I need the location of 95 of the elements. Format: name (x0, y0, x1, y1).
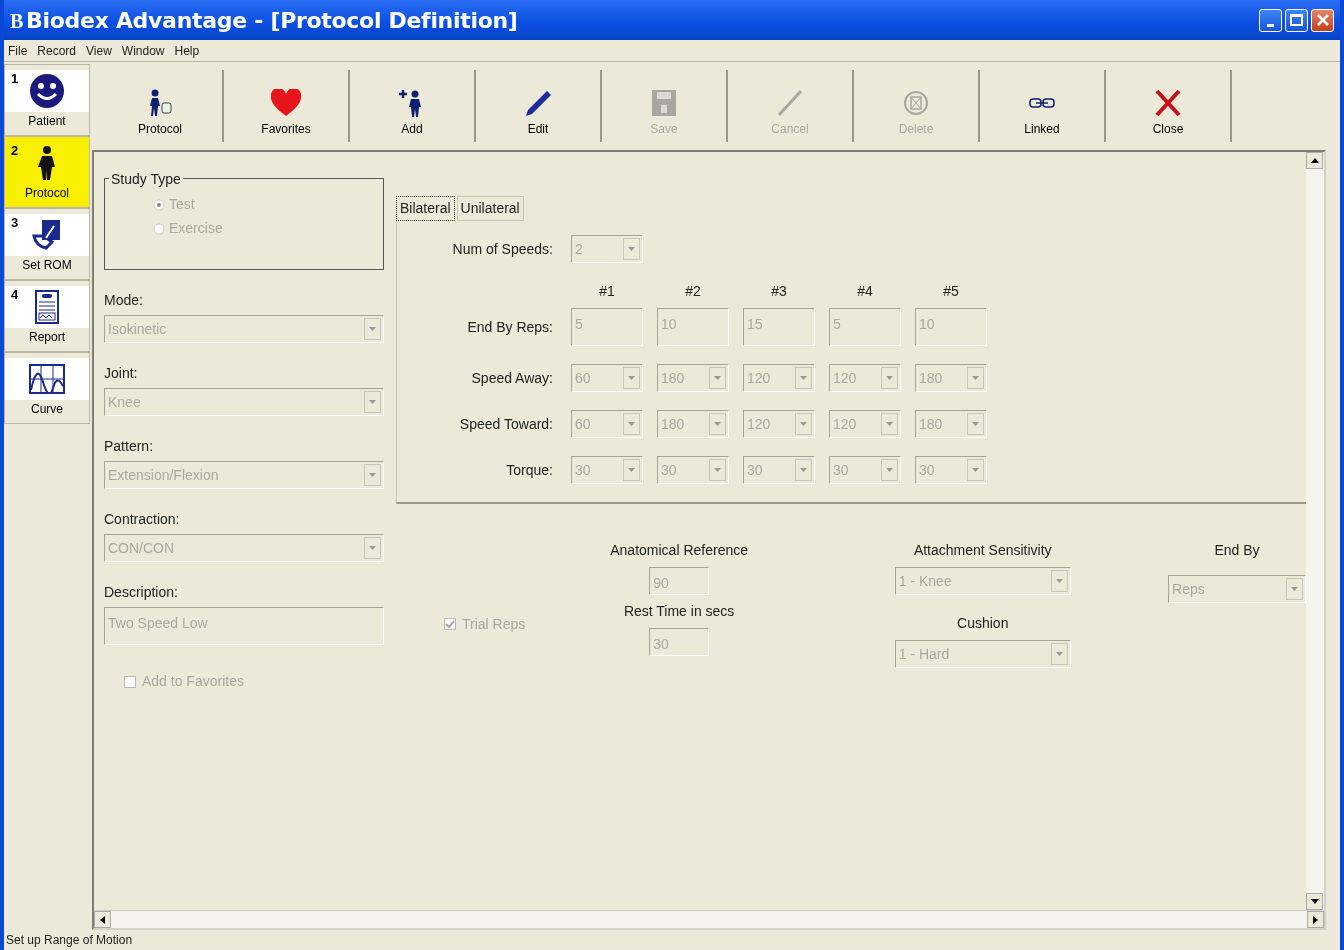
step-number: 3 (11, 214, 19, 232)
down-arrow-icon (1310, 899, 1319, 904)
radio-label: Exercise (169, 219, 223, 238)
minimize-button[interactable] (1258, 8, 1282, 32)
dropdown-arrow-icon (714, 376, 721, 380)
row-label: End By Reps: (466, 317, 554, 337)
dropdown-arrow-icon (886, 468, 893, 472)
field-label: Joint: (104, 364, 139, 383)
dropdown-arrow-icon (369, 400, 376, 404)
dropdown-arrow-icon (369, 327, 376, 331)
horizontal-scrollbar[interactable] (94, 910, 1324, 928)
toolbar-button[interactable]: Protocol (98, 70, 224, 142)
report-icon (34, 290, 60, 324)
toolbar-button[interactable]: Close (1106, 70, 1232, 142)
maximize-button[interactable] (1284, 8, 1308, 32)
field-label: End By (1214, 541, 1260, 560)
field-label: Num of Speeds: (451, 239, 554, 259)
field-label: Mode: (104, 291, 144, 310)
column-header: #1 (598, 282, 616, 301)
smiley-icon (29, 73, 65, 109)
minimize-icon (1266, 23, 1274, 27)
step-tab[interactable]: Curve (4, 352, 90, 424)
dropdown-arrow-icon (1055, 652, 1063, 656)
column-header: #3 (770, 282, 788, 301)
step-tab[interactable]: 3 Set ROM (4, 208, 90, 280)
dropdown-arrow-icon (714, 468, 721, 472)
row-label: Torque: (505, 460, 554, 480)
field-label: Anatomical Reference (610, 541, 748, 560)
toolbar-button[interactable]: Add (350, 70, 476, 142)
close-icon (1153, 89, 1183, 117)
pencil-icon (523, 89, 553, 117)
step-tab[interactable]: 1 Patient (4, 64, 90, 136)
column-header: #2 (684, 282, 702, 301)
window-title: Biodex Advantage - [Protocol Definition] (26, 7, 518, 33)
dropdown-arrow-icon (628, 376, 635, 380)
dropdown-arrow-icon (800, 376, 807, 380)
field-label: Contraction: (104, 510, 181, 529)
close-icon (1314, 12, 1331, 28)
dropdown-arrow-icon (369, 473, 376, 477)
dropdown-arrow-icon (886, 422, 893, 426)
scroll-left-button[interactable] (94, 911, 111, 928)
dropdown-arrow-icon (628, 247, 635, 251)
scroll-down-button[interactable] (1306, 893, 1323, 910)
menu-item[interactable]: Window (121, 41, 165, 60)
field-label: Pattern: (104, 437, 155, 456)
field-label: Description: (104, 583, 179, 602)
dropdown-arrow-icon (886, 376, 893, 380)
checkbox-label: Add to Favorites (142, 672, 244, 691)
column-header: #4 (856, 282, 874, 301)
scroll-right-button[interactable] (1307, 911, 1324, 928)
field-label: Rest Time in secs (623, 602, 735, 621)
field-label: Cushion (957, 614, 1009, 633)
person-icon (36, 146, 58, 180)
menu-item[interactable]: File (8, 41, 28, 60)
scroll-up-button[interactable] (1306, 152, 1323, 169)
right-arrow-icon (1313, 915, 1318, 924)
dropdown-arrow-icon (369, 546, 376, 550)
slash-icon (775, 89, 805, 117)
row-label: Speed Away: (470, 368, 554, 388)
dropdown-arrow-icon (1055, 579, 1063, 583)
column-header: #5 (942, 282, 960, 301)
dropdown-arrow-icon (1291, 587, 1298, 591)
menu-item[interactable]: Record (37, 41, 77, 60)
status-text: Set up Range of Motion (6, 932, 133, 949)
close-button[interactable] (1311, 8, 1334, 32)
radio-label: Test (169, 195, 195, 214)
field-label: Attachment Sensitivity (913, 541, 1052, 560)
maximize-icon (1288, 12, 1305, 28)
left-arrow-icon (100, 915, 105, 924)
checkbox-label: Trial Reps (462, 614, 526, 634)
delete-icon (901, 89, 931, 117)
chart-icon (29, 364, 65, 394)
app-logo: B (10, 9, 24, 32)
dropdown-arrow-icon (800, 468, 807, 472)
row-label: Speed Toward: (458, 414, 554, 434)
dropdown-arrow-icon (628, 422, 635, 426)
step-number: 4 (11, 286, 19, 304)
dropdown-arrow-icon (972, 422, 979, 426)
step-tab[interactable]: 4 Report (4, 280, 90, 352)
step-tab[interactable]: 2 Protocol (4, 136, 90, 208)
toolbar-button[interactable]: Favorites (224, 70, 350, 142)
toolbar-button[interactable]: Linked (980, 70, 1106, 142)
up-arrow-icon (1310, 158, 1319, 163)
step-number: 1 (11, 70, 19, 88)
dropdown-arrow-icon (972, 376, 979, 380)
toolbar-button[interactable]: Edit (476, 70, 602, 142)
step-number: 2 (11, 142, 19, 160)
vertical-scrollbar[interactable] (1306, 152, 1324, 910)
menu-item[interactable]: View (86, 41, 112, 60)
heart-icon (271, 89, 301, 117)
dropdown-arrow-icon (800, 422, 807, 426)
dropdown-arrow-icon (972, 468, 979, 472)
menu-item[interactable]: Help (174, 41, 200, 60)
dropdown-arrow-icon (628, 468, 635, 472)
dropdown-arrow-icon (714, 422, 721, 426)
